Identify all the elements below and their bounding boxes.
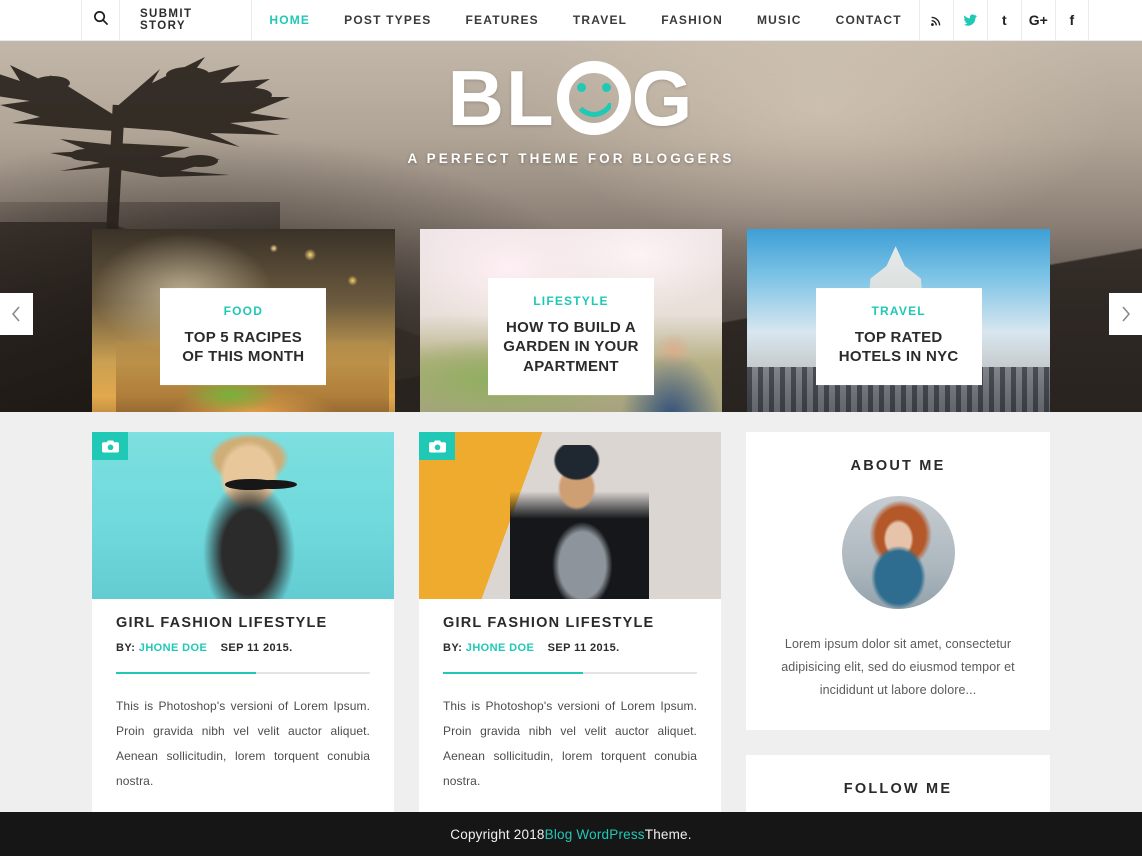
post-excerpt: This is Photoshop's versioni of Lorem Ip… [443, 699, 697, 788]
topbar-right-spacer [1089, 0, 1142, 40]
twitter-icon[interactable] [952, 0, 987, 40]
carousel-slide-food[interactable]: FOOD TOP 5 RACIPES OF THIS MONTH [92, 229, 395, 412]
smiley-eye-right [601, 83, 611, 92]
main-menu: HOME POST TYPES FEATURES TRAVEL FASHION … [252, 0, 918, 40]
post-author[interactable]: JHONE DOE [139, 642, 207, 654]
post-meta: BY: JHONE DOE SEP 11 2015. [116, 642, 370, 654]
site-tagline: A PERFECT THEME FOR BLOGGERS [407, 151, 735, 166]
post-thumbnail[interactable] [419, 432, 721, 599]
carousel-slides: FOOD TOP 5 RACIPES OF THIS MONTH LIFESTY… [0, 229, 1142, 412]
camera-icon [419, 432, 455, 460]
follow-me-title: FOLLOW ME [843, 781, 953, 798]
hero-banner: BL G A PERFECT THEME FOR BLOGGERS FOOD T… [0, 41, 1142, 412]
site-footer: Copyright 2018 Blog WordPress Theme. [0, 812, 1142, 856]
post-meta: BY: JHONE DOE SEP 11 2015. [443, 642, 697, 654]
carousel-slide-travel[interactable]: TRAVEL TOP RATED HOTELS IN NYC [747, 229, 1051, 412]
camera-icon [92, 432, 128, 460]
main-content: GIRL FASHION LIFESTYLE BY: JHONE DOE SEP… [0, 412, 1142, 856]
nav-item-travel[interactable]: TRAVEL [556, 13, 644, 27]
page-root: SUBMIT STORY HOME POST TYPES FEATURES TR… [0, 0, 1142, 856]
nav-item-music[interactable]: MUSIC [740, 13, 819, 27]
nav-item-fashion[interactable]: FASHION [644, 13, 740, 27]
logo-text-part1: BL [447, 54, 556, 142]
copyright-suffix: Theme. [644, 826, 692, 842]
chevron-left-icon [11, 306, 20, 322]
about-me-text: Lorem ipsum dolor sit amet, consectetur … [781, 637, 1015, 698]
nav-item-contact[interactable]: CONTACT [819, 13, 919, 27]
post-by-label: BY: [116, 642, 136, 654]
slide-category[interactable]: TRAVEL [828, 304, 970, 318]
slide-caption-card: LIFESTYLE HOW TO BUILD A GARDEN IN YOUR … [488, 277, 654, 396]
search-icon [93, 10, 108, 30]
post-excerpt: This is Photoshop's versioni of Lorem Ip… [116, 699, 370, 788]
carousel-next-button[interactable] [1109, 293, 1142, 335]
nav-item-home[interactable]: HOME [252, 13, 327, 27]
slide-caption-card: TRAVEL TOP RATED HOTELS IN NYC [815, 287, 982, 386]
post-date: SEP 11 2015. [547, 642, 620, 654]
post-card: GIRL FASHION LIFESTYLE BY: JHONE DOE SEP… [92, 432, 489, 856]
post-title[interactable]: GIRL FASHION LIFESTYLE [116, 615, 370, 631]
slide-caption-card: FOOD TOP 5 RACIPES OF THIS MONTH [160, 287, 327, 386]
post-date: SEP 11 2015. [220, 642, 293, 654]
post-divider [116, 672, 370, 674]
post-author[interactable]: JHONE DOE [466, 642, 534, 654]
slide-category[interactable]: LIFESTYLE [500, 294, 642, 308]
topbar-left-spacer [0, 0, 81, 40]
top-navigation-bar: SUBMIT STORY HOME POST TYPES FEATURES TR… [0, 0, 1142, 41]
post-title[interactable]: GIRL FASHION LIFESTYLE [443, 615, 697, 631]
about-me-widget: ABOUT ME Lorem ipsum dolor sit amet, con… [746, 432, 1050, 731]
carousel-slide-lifestyle[interactable]: LIFESTYLE HOW TO BUILD A GARDEN IN YOUR … [419, 229, 723, 412]
post-divider [443, 672, 697, 674]
google-plus-icon[interactable]: G+ [1020, 0, 1055, 40]
smiley-face-icon [556, 61, 631, 135]
copyright-prefix: Copyright 2018 [450, 826, 545, 842]
slide-category[interactable]: FOOD [172, 304, 314, 318]
tumblr-icon[interactable]: t [986, 0, 1021, 40]
post-by-label: BY: [443, 642, 463, 654]
chevron-right-icon [1122, 306, 1131, 322]
slide-title[interactable]: TOP 5 RACIPES OF THIS MONTH [172, 328, 314, 368]
post-image-girl [92, 432, 394, 599]
about-me-title: ABOUT ME [850, 458, 946, 474]
carousel-prev-button[interactable] [0, 293, 33, 335]
topbar-social-links: t G+ f [918, 0, 1089, 40]
avatar [841, 496, 955, 609]
featured-carousel: FOOD TOP 5 RACIPES OF THIS MONTH LIFESTY… [0, 229, 1142, 412]
slide-title[interactable]: HOW TO BUILD A GARDEN IN YOUR APARTMENT [500, 318, 642, 378]
post-list: GIRL FASHION LIFESTYLE BY: JHONE DOE SEP… [92, 432, 816, 856]
nav-item-features[interactable]: FEATURES [449, 13, 556, 27]
post-thumbnail[interactable] [92, 432, 394, 599]
logo-text: BL G [448, 59, 695, 137]
nav-item-post-types[interactable]: POST TYPES [327, 13, 448, 27]
post-image-man [419, 432, 721, 599]
rss-icon[interactable] [918, 0, 953, 40]
search-button[interactable] [80, 0, 120, 40]
logo-text-part2: G [631, 54, 695, 142]
facebook-icon[interactable]: f [1054, 0, 1089, 40]
sidebar: ABOUT ME Lorem ipsum dolor sit amet, con… [746, 432, 1050, 856]
submit-story-link[interactable]: SUBMIT STORY [120, 0, 253, 40]
slide-title[interactable]: TOP RATED HOTELS IN NYC [828, 328, 970, 368]
smiley-eye-left [576, 83, 586, 92]
footer-theme-link[interactable]: Blog WordPress [545, 827, 645, 842]
site-logo[interactable]: BL G A PERFECT THEME FOR BLOGGERS [0, 41, 1142, 166]
post-card: GIRL FASHION LIFESTYLE BY: JHONE DOE SEP… [419, 432, 816, 856]
